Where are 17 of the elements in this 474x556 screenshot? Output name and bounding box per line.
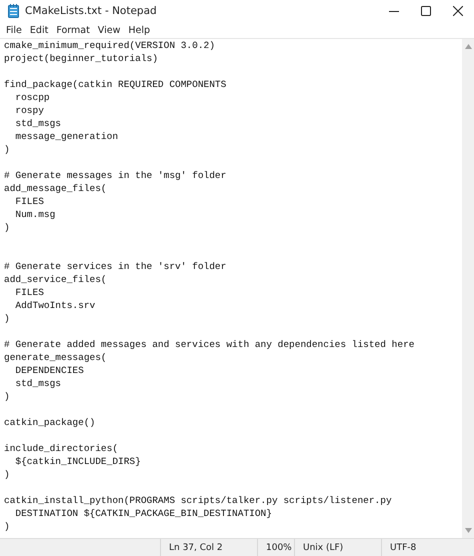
window-title: CMakeLists.txt - Notepad [25,5,157,17]
scrollbar[interactable] [462,39,474,538]
cursor-position: Ln 37, Col 2 [160,539,257,556]
close-icon [453,6,463,16]
maximize-icon [421,6,431,16]
scroll-down-icon[interactable] [464,528,472,533]
line-ending: Unix (LF) [294,539,381,556]
encoding: UTF-8 [381,539,474,556]
menu-item[interactable]: Format [52,22,94,38]
menu-item[interactable]: Edit [26,22,52,38]
editor-text[interactable]: cmake_minimum_required(VERSION 3.0.2) project(beginner_tutorials) find_package(catkin REQUIRED COMPONENTS roscpp rospy std_msgs message_generation ) # Generate messages in the 'msg' folder add_message_files( FILES Num.msg ) # Generate services in the 'srv' folder add_service_files( FILES AddTwoInts.srv ) # Generate added messages and services with any dependencies listed here generate_messages( DEPENDENCIES std_msgs ) catkin_package() include_directories( ${catkin_INCLUDE_DIRS} ) catkin_install_python(PROGRAMS scripts/talker.py scripts/listener.py DESTINATION ${CATKIN_PACKAGE_BIN_DESTINATION} ) [0,39,462,538]
scroll-up-icon[interactable] [464,44,472,49]
notepad-icon [8,4,19,18]
menu-item[interactable]: File [2,22,26,38]
zoom-level: 100% [257,539,294,556]
menu-item[interactable]: View [94,22,124,38]
menu-item[interactable]: Help [124,22,154,38]
